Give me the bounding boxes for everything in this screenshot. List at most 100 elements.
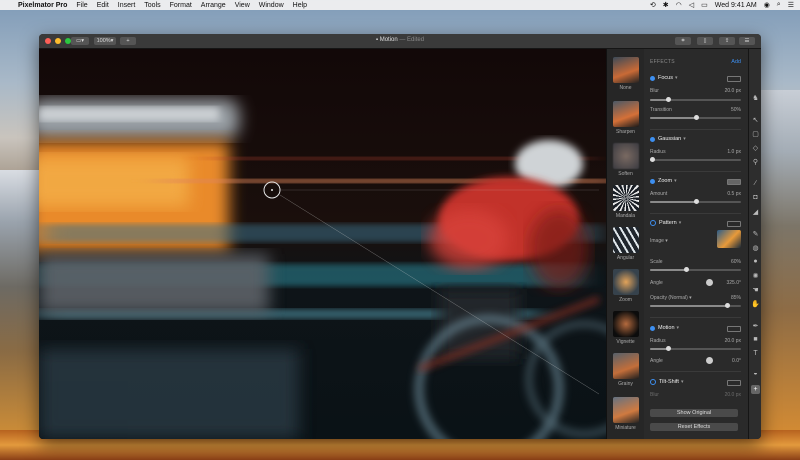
slider-knob[interactable] <box>650 157 655 162</box>
menu-tools[interactable]: Tools <box>144 2 160 9</box>
color-adjust-icon[interactable]: ⚲ <box>751 157 760 166</box>
chevron-down-icon: ▾ <box>678 220 682 226</box>
menu-edit[interactable]: Edit <box>97 2 109 9</box>
pattern-scale-slider[interactable] <box>650 267 741 272</box>
menu-file[interactable]: File <box>76 2 87 9</box>
effect-gaussian-checkbox[interactable] <box>650 136 655 142</box>
effect-tilt-shift-checkbox[interactable] <box>650 379 656 385</box>
light-icon[interactable]: ✺ <box>751 271 760 280</box>
menu-insert[interactable]: Insert <box>118 2 136 9</box>
motion-angle-dial[interactable] <box>706 357 713 364</box>
pen-tool-icon[interactable]: ✒ <box>751 321 760 330</box>
reset-effects-button[interactable]: Reset Effects <box>650 423 738 431</box>
select-tool-icon[interactable]: ↖ <box>751 115 760 124</box>
spotlight-search-icon[interactable]: ⌕ <box>777 1 781 9</box>
preset-thumbnail-soften[interactable] <box>613 143 639 169</box>
sponge-icon[interactable]: ● <box>751 257 760 266</box>
gaussian-radius-slider[interactable] <box>650 157 741 162</box>
slider-fill <box>650 269 686 271</box>
effect-focus-checkbox[interactable] <box>650 75 655 81</box>
slider-knob[interactable] <box>694 199 699 204</box>
smudge-icon[interactable]: ☚ <box>751 285 760 294</box>
menu-app-name[interactable]: Pixelmator Pro <box>18 2 67 9</box>
effect-zoom-checkbox[interactable] <box>650 178 655 184</box>
preset-thumbnail-mandala[interactable] <box>613 185 639 211</box>
wifi-icon[interactable]: ◠ <box>676 1 682 9</box>
slider-knob[interactable] <box>666 97 671 102</box>
document-title[interactable]: Motion <box>380 37 398 43</box>
preset-thumbnail-angular[interactable] <box>613 227 639 253</box>
clone-icon[interactable]: ◍ <box>751 243 760 252</box>
menu-help[interactable]: Help <box>293 2 307 9</box>
user-icon[interactable]: ◉ <box>764 1 770 9</box>
time-machine-icon[interactable]: ⟲ <box>650 1 656 9</box>
effects-panel: EFFECTS Add Focus ▾ Blur 20.0 px Transit… <box>644 49 749 439</box>
focus-transition-slider[interactable] <box>650 115 741 120</box>
text-tool-icon[interactable]: T <box>751 349 760 358</box>
menu-view[interactable]: View <box>235 2 250 9</box>
add-effects-tool-icon[interactable]: + <box>751 385 760 394</box>
preset-thumbnail-zoom[interactable] <box>613 269 639 295</box>
effect-pattern-header[interactable]: Pattern ▾ <box>650 219 681 227</box>
menu-format[interactable]: Format <box>170 2 192 9</box>
effect-tilt-shift-edit-button[interactable] <box>727 380 741 386</box>
pattern-angle-dial[interactable] <box>706 279 713 286</box>
shape-select-icon[interactable]: ▢ <box>751 129 760 138</box>
preset-thumbnail-grainy[interactable] <box>613 353 639 379</box>
notification-center-icon[interactable]: ☰ <box>788 1 794 9</box>
hand-icon[interactable]: ✋ <box>751 299 760 308</box>
crop-tool-icon[interactable]: ◇ <box>751 143 760 152</box>
effect-motion-header[interactable]: Motion ▾ <box>650 324 679 332</box>
add-effect-link[interactable]: Add <box>731 59 741 65</box>
effect-tilt-shift-header[interactable]: Tilt-Shift ▾ <box>650 378 683 386</box>
effect-focus-header[interactable]: Focus ▾ <box>650 74 678 82</box>
menu-bar: Pixelmator Pro File Edit Insert Tools Fo… <box>0 0 800 10</box>
slider-knob[interactable] <box>666 346 671 351</box>
effect-zoom-edit-button[interactable] <box>727 179 741 185</box>
effects-tool-icon[interactable]: ◒ <box>751 369 760 378</box>
effect-gaussian-header[interactable]: Gaussian ▾ <box>650 135 686 143</box>
slider-knob[interactable] <box>694 115 699 120</box>
effect-focus-edit-button[interactable] <box>727 76 741 82</box>
focus-blur-slider[interactable] <box>650 97 741 102</box>
paint-bucket-icon[interactable]: ◘ <box>751 193 760 202</box>
eraser-icon[interactable]: ◢ <box>751 207 760 216</box>
share-button[interactable]: ⇪ <box>719 37 735 45</box>
effect-motion-edit-button[interactable] <box>727 326 741 332</box>
preset-label-miniature: Miniature <box>615 425 636 431</box>
menu-window[interactable]: Window <box>259 2 284 9</box>
paint-brush-icon[interactable]: ∕ <box>751 179 760 188</box>
preset-label-none: None <box>619 85 632 91</box>
tools-panel-button[interactable]: ☰ <box>739 37 755 45</box>
menubar-clock[interactable]: Wed 9:41 AM <box>715 2 757 9</box>
motion-angle-label: Angle <box>650 358 663 364</box>
preset-thumbnail-vignette[interactable] <box>613 311 639 337</box>
effect-pattern-checkbox[interactable] <box>650 220 656 226</box>
effect-pattern-edit-button[interactable] <box>727 221 741 227</box>
slider-knob[interactable] <box>684 267 689 272</box>
pattern-opacity-slider[interactable] <box>650 303 741 308</box>
slider-knob[interactable] <box>725 303 730 308</box>
arrange-tool-icon[interactable]: ♞ <box>751 93 760 102</box>
motion-radius-slider[interactable] <box>650 346 741 351</box>
preset-thumbnail-sharpen[interactable] <box>613 101 639 127</box>
battery-icon[interactable]: ▭ <box>701 1 708 9</box>
format-button[interactable]: ▯ <box>697 37 713 45</box>
menu-arrange[interactable]: Arrange <box>201 2 226 9</box>
effect-motion-checkbox[interactable] <box>650 325 655 331</box>
shapes-tool-icon[interactable]: ■ <box>751 335 760 344</box>
retouch-icon[interactable]: ✎ <box>751 229 760 238</box>
gaussian-radius-label: Radius <box>650 149 666 155</box>
crop-button[interactable]: ⌗ <box>675 37 691 45</box>
zoom-amount-slider[interactable] <box>650 199 741 204</box>
image-canvas[interactable] <box>39 49 606 439</box>
volume-icon[interactable]: ◁ <box>689 1 694 9</box>
pattern-image-well[interactable] <box>717 230 741 248</box>
bluetooth-icon[interactable]: ✱ <box>663 1 669 9</box>
preset-thumbnail-miniature[interactable] <box>613 397 639 423</box>
wallpaper-mountain-right <box>760 90 800 430</box>
effect-zoom-header[interactable]: Zoom ▾ <box>650 177 677 185</box>
show-original-button[interactable]: Show Original <box>650 409 738 417</box>
divider <box>650 129 741 130</box>
preset-thumbnail-none[interactable] <box>613 57 639 83</box>
